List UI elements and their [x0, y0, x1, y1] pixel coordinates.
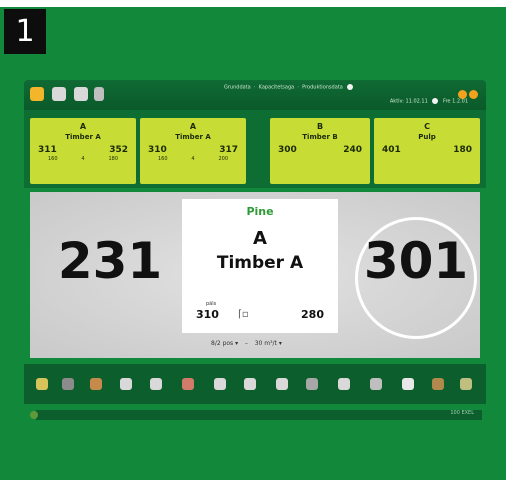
function-icon[interactable]	[432, 378, 444, 390]
assortment-letter: A	[253, 228, 267, 249]
card-name: Timber A	[65, 133, 101, 141]
status-bar	[36, 410, 482, 420]
function-icon[interactable]	[338, 378, 350, 390]
card-values: 401 180	[374, 145, 480, 155]
log-icon: ⌈▫	[238, 309, 249, 320]
document-icon[interactable]	[94, 87, 104, 101]
card-sub-mid: 4	[191, 156, 195, 162]
orb-icon[interactable]	[469, 90, 478, 99]
card-values: 310 317	[140, 145, 246, 155]
card-letter: B	[316, 122, 324, 131]
card-sub-right: 180	[108, 156, 118, 162]
card-sub-right: 200	[218, 156, 228, 162]
position-select[interactable]: 8/2 pos ▾	[208, 339, 241, 348]
card-left: 310	[148, 145, 167, 155]
diameter-value: 310	[196, 308, 219, 321]
card-right: 317	[219, 145, 238, 155]
small-label: päls	[206, 301, 217, 307]
machine-screen: Grunddata · Kapacitetsaga · Produktionsd…	[24, 80, 486, 430]
home-icon[interactable]	[30, 87, 44, 101]
toolbar: Grunddata · Kapacitetsaga · Produktionsd…	[24, 80, 486, 110]
function-icon[interactable]	[90, 378, 102, 390]
active-status: Aktiv: 11.02.11	[389, 98, 428, 105]
main-panel: 231 301 Pine A Timber A päls 310 ⌈▫ 280 …	[30, 192, 480, 358]
selects: 8/2 pos ▾ – 30 m³/t ▾	[208, 339, 285, 348]
link-produktion[interactable]: Produktionsdata	[302, 85, 343, 91]
assortment-card-3[interactable]: B Timber B 300 240	[270, 118, 370, 184]
function-icon[interactable]	[150, 378, 162, 390]
function-icon[interactable]	[62, 378, 74, 390]
function-icon[interactable]	[402, 378, 414, 390]
link-dot-icon	[347, 84, 354, 90]
volume-select[interactable]: 30 m³/t ▾	[252, 339, 285, 348]
function-icon[interactable]	[276, 378, 288, 390]
function-icon[interactable]	[214, 378, 226, 390]
card-right: 240	[343, 145, 362, 155]
back-icon[interactable]	[52, 87, 66, 101]
link-kapacitet[interactable]: Kapacitetsaga	[259, 85, 295, 91]
function-icon[interactable]	[120, 378, 132, 390]
card-sub: 160 4 180	[30, 156, 136, 162]
left-big-value: 231	[57, 232, 163, 290]
toolbar-links: Grunddata · Kapacitetsaga · Produktionsd…	[224, 84, 356, 91]
card-left: 401	[382, 145, 401, 155]
card-sub: 160 4 200	[140, 156, 246, 162]
position-select-value: 8/2 pos	[211, 340, 234, 347]
orbs	[456, 84, 478, 103]
card-sub-left: 160	[158, 156, 168, 162]
function-icon[interactable]	[306, 378, 318, 390]
status-dot-icon	[432, 98, 439, 104]
assortment-name: Timber A	[216, 253, 304, 273]
current-assortment-panel[interactable]: Pine A Timber A päls 310 ⌈▫ 280	[182, 199, 338, 333]
step-number-badge: 1	[4, 9, 46, 54]
assortment-card-2[interactable]: A Timber A 310 317 160 4 200	[140, 118, 246, 184]
card-values: 300 240	[270, 145, 370, 155]
function-icon[interactable]	[460, 378, 472, 390]
settings-icon[interactable]	[74, 87, 88, 101]
function-icon[interactable]	[182, 378, 194, 390]
card-left: 300	[278, 145, 297, 155]
card-sub-left: 160	[48, 156, 58, 162]
card-name: Pulp	[418, 133, 436, 141]
card-values: 311 352	[30, 145, 136, 155]
card-letter: C	[424, 122, 430, 131]
function-icon[interactable]	[36, 378, 48, 390]
wood-type: Pine	[246, 205, 274, 218]
card-right: 352	[109, 145, 128, 155]
volume-select-value: 30 m³/t	[254, 340, 277, 347]
link-grunddata[interactable]: Grunddata	[224, 85, 251, 91]
orb-icon[interactable]	[458, 90, 467, 99]
card-letter: A	[79, 122, 87, 131]
status-right: 100 EXEL	[450, 410, 474, 416]
top-border	[0, 0, 506, 7]
assortment-card-1[interactable]: A Timber A 311 352 160 4 180	[30, 118, 136, 184]
function-icon[interactable]	[370, 378, 382, 390]
assortment-card-4[interactable]: C Pulp 401 180	[374, 118, 480, 184]
card-letter: A	[189, 122, 197, 131]
card-right: 180	[453, 145, 472, 155]
card-name: Timber B	[302, 133, 338, 141]
card-name: Timber A	[175, 133, 211, 141]
card-sub-mid: 4	[81, 156, 85, 162]
right-big-value: 301	[363, 232, 469, 290]
status-indicator-icon	[30, 411, 38, 419]
length-value: 280	[301, 308, 324, 321]
function-icon[interactable]	[244, 378, 256, 390]
card-left: 311	[38, 145, 57, 155]
